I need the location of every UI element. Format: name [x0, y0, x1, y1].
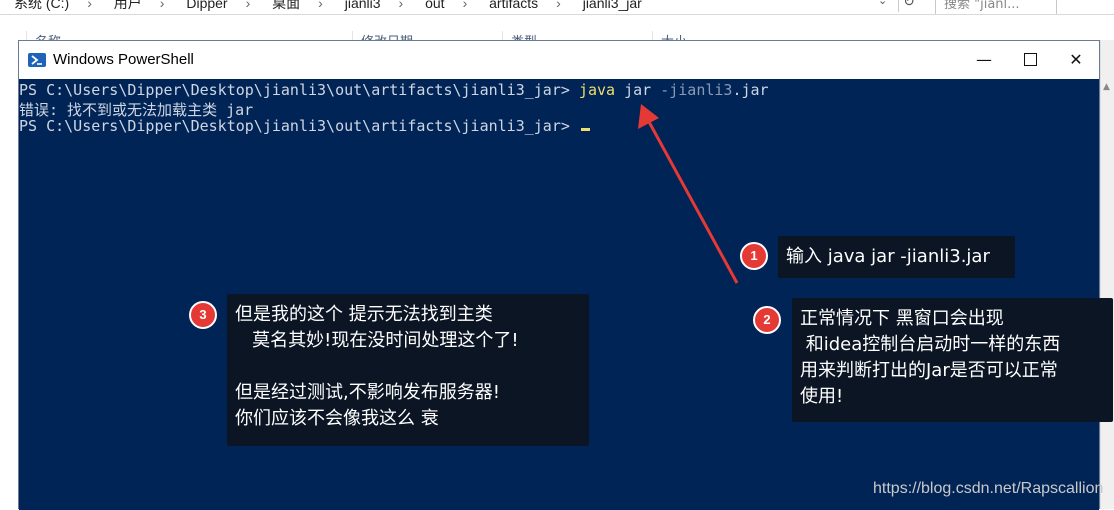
callout-box: 但是我的这个 提示无法找到主类 莫名其妙!现在没时间处理这个了! 但是经过测试,…	[227, 294, 589, 446]
watermark: https://blog.csdn.net/Rapscallion	[873, 480, 1104, 497]
callout-box: 正常情况下 黑窗口会出现 和idea控制台启动时一样的东西 用来判断打出的Jar…	[792, 298, 1113, 422]
callout-box: 输入 java jar -jianli3.jar	[778, 236, 1015, 278]
callout-number-badge: 3	[189, 301, 217, 329]
callout-number-badge: 2	[753, 306, 781, 334]
callout-number-badge: 1	[740, 242, 768, 270]
